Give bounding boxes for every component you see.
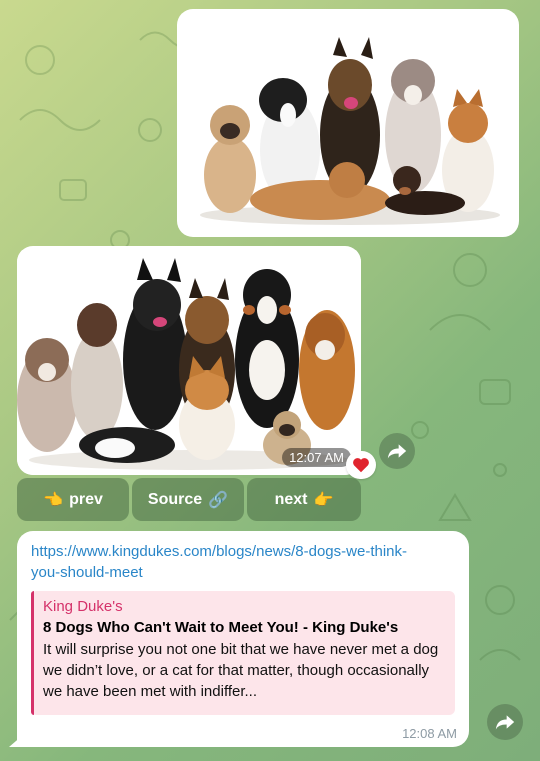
forward-arrow-icon[interactable] [379,433,415,469]
message-time: 12:08 AM [402,726,457,741]
dog-photo [185,15,511,231]
photo-message[interactable] [177,9,519,237]
pointing-right-icon: 👉 [313,491,334,509]
message-time: 12:07 AM [282,448,351,467]
source-label: Source [147,490,203,508]
link-message: https://www.kingdukes.com/blogs/news/8-d… [17,531,469,747]
photo-message[interactable]: 12:07 AM [17,246,361,475]
preview-description: It will surprise you not one bit that we… [43,641,439,700]
next-button[interactable]: next 👉 [247,478,361,521]
source-button[interactable]: Source 🔗 [132,478,244,521]
message-link[interactable]: https://www.kingdukes.com/blogs/news/8-d… [31,541,431,583]
preview-title: 8 Dogs Who Can't Wait to Meet You! - Kin… [43,619,399,636]
heart-icon[interactable] [346,451,376,479]
preview-site-name: King Duke's [43,598,123,615]
link-preview[interactable]: King Duke's 8 Dogs Who Can't Wait to Mee… [31,591,455,715]
pointing-left-icon: 👈 [43,491,64,509]
prev-label: prev [69,490,103,508]
prev-button[interactable]: 👈 prev [17,478,129,521]
link-icon: 🔗 [208,491,229,509]
next-label: next [274,490,308,508]
inline-keyboard: 👈 prev Source 🔗 next 👉 [17,478,361,521]
forward-arrow-icon[interactable] [487,704,523,740]
dog-photo [17,250,361,475]
